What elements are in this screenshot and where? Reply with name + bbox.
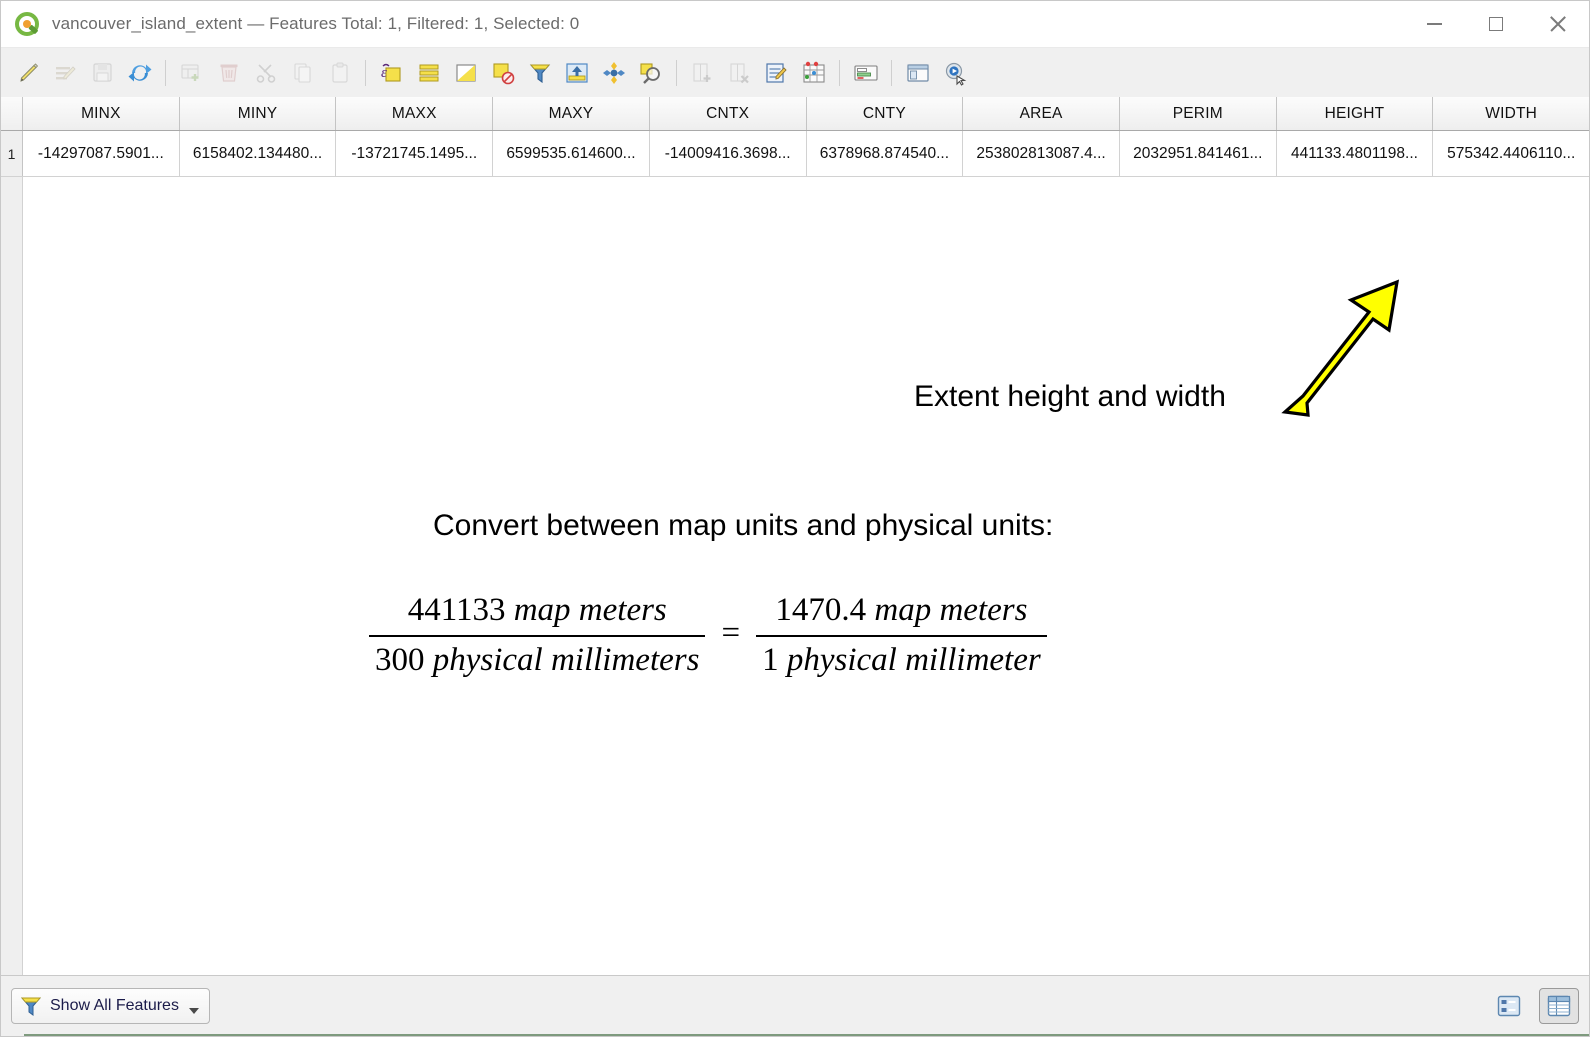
window-title: vancouver_island_extent — Features Total… <box>52 14 580 33</box>
column-header-miny[interactable]: MINY <box>179 97 337 130</box>
formula-left-fraction: 441133 map meters 300 physical millimete… <box>369 587 706 685</box>
formula-equals-sign: = <box>721 615 741 652</box>
cell-miny[interactable]: 6158402.134480... <box>180 131 337 176</box>
table-corner-cell <box>1 97 23 130</box>
table-header-row: MINX MINY MAXX MAXY CNTX CNTY AREA PERIM… <box>1 97 1589 131</box>
table-empty-area: Extent height and width Convert between … <box>24 177 1589 975</box>
attribute-table-window: vancouver_island_extent — Features Total… <box>0 0 1590 1037</box>
right-numerator-unit: map meters <box>874 592 1028 628</box>
column-header-cntx[interactable]: CNTX <box>649 97 807 130</box>
select-by-expression-icon[interactable]: ε <box>373 53 410 93</box>
formula-left-denominator: 300 physical millimeters <box>369 637 705 685</box>
form-view-icon[interactable] <box>1489 988 1529 1024</box>
left-numerator-unit: map meters <box>513 592 667 628</box>
table-view-icon[interactable] <box>1539 988 1579 1024</box>
delete-field-icon <box>721 53 758 93</box>
delete-selected-icon <box>210 53 247 93</box>
bottom-accent-line <box>24 1034 1589 1036</box>
organize-columns-icon[interactable] <box>847 53 884 93</box>
toolbar-separator <box>884 53 899 93</box>
formula-right-denominator: 1 physical millimeter <box>756 637 1047 685</box>
field-calculator-icon[interactable] <box>758 53 795 93</box>
save-edits-icon <box>84 53 121 93</box>
column-header-maxy[interactable]: MAXY <box>493 97 650 130</box>
column-header-width[interactable]: WIDTH <box>1433 97 1589 130</box>
deselect-all-icon[interactable] <box>484 53 521 93</box>
multi-edit-icon <box>47 53 84 93</box>
formula-right-fraction: 1470.4 map meters 1 physical millimeter <box>756 587 1047 685</box>
toolbar-separator <box>669 53 684 93</box>
qgis-logo-icon <box>14 11 40 37</box>
column-header-cnty[interactable]: CNTY <box>806 97 964 130</box>
cell-area[interactable]: 253802813087.4... <box>963 131 1120 176</box>
column-header-maxx[interactable]: MAXX <box>336 97 494 130</box>
show-all-features-label: Show All Features <box>50 997 179 1014</box>
paste-features-icon <box>321 53 358 93</box>
toggle-editing-icon[interactable] <box>10 53 47 93</box>
table-row[interactable]: 1 -14297087.5901... 6158402.134480... -1… <box>1 131 1589 177</box>
view-mode-toggle-group <box>1489 988 1579 1024</box>
cell-cntx[interactable]: -14009416.3698... <box>650 131 807 176</box>
status-bar: Show All Features <box>1 975 1589 1036</box>
column-header-height[interactable]: HEIGHT <box>1276 97 1434 130</box>
cell-minx[interactable]: -14297087.5901... <box>23 131 180 176</box>
cut-features-icon <box>247 53 284 93</box>
cell-height[interactable]: 441133.4801198... <box>1277 131 1434 176</box>
move-selection-to-top-icon[interactable] <box>558 53 595 93</box>
column-header-perim[interactable]: PERIM <box>1119 97 1277 130</box>
new-field-icon <box>684 53 721 93</box>
conditional-formatting-icon[interactable] <box>795 53 832 93</box>
conversion-formula: 441133 map meters 300 physical millimete… <box>369 587 1047 685</box>
formula-heading: Convert between map units and physical u… <box>433 509 1054 542</box>
pan-to-selection-icon[interactable] <box>595 53 632 93</box>
run-action-icon[interactable] <box>936 53 973 93</box>
minimize-icon[interactable] <box>1403 1 1465 47</box>
filter-expression-icon[interactable] <box>521 53 558 93</box>
table-left-gutter <box>1 177 23 975</box>
chevron-down-icon[interactable] <box>188 1007 199 1014</box>
attribute-table-toolbar: ε <box>1 48 1589 97</box>
attribute-table: MINX MINY MAXX MAXY CNTX CNTY AREA PERIM… <box>1 97 1589 975</box>
toolbar-separator <box>158 53 173 93</box>
callout-label: Extent height and width <box>914 380 1226 413</box>
row-header[interactable]: 1 <box>1 131 23 176</box>
window-controls <box>1403 1 1589 47</box>
zoom-to-selection-icon[interactable] <box>632 53 669 93</box>
callout-arrow-icon <box>1281 279 1400 417</box>
show-all-features-button[interactable]: Show All Features <box>11 988 210 1024</box>
column-header-minx[interactable]: MINX <box>23 97 180 130</box>
formula-left-numerator: 441133 map meters <box>402 587 673 635</box>
invert-selection-icon[interactable] <box>447 53 484 93</box>
left-numerator-value: 441133 <box>407 592 506 628</box>
cell-maxx[interactable]: -13721745.1495... <box>336 131 494 176</box>
right-denominator-value: 1 <box>762 641 779 678</box>
select-all-icon[interactable] <box>410 53 447 93</box>
right-numerator-value: 1470.4 <box>775 592 867 628</box>
filter-funnel-icon <box>20 997 42 1016</box>
toolbar-separator <box>358 53 373 93</box>
add-feature-icon <box>173 53 210 93</box>
cell-cnty[interactable]: 6378968.874540... <box>807 131 964 176</box>
column-header-area[interactable]: AREA <box>963 97 1120 130</box>
left-denominator-unit: physical millimeters <box>432 641 700 678</box>
reload-table-icon[interactable] <box>121 53 158 93</box>
cell-perim[interactable]: 2032951.841461... <box>1120 131 1277 176</box>
formula-right-numerator: 1470.4 map meters <box>769 587 1033 635</box>
close-icon[interactable] <box>1527 1 1589 47</box>
svg-text:ε: ε <box>381 65 387 81</box>
right-denominator-unit: physical millimeter <box>786 641 1041 678</box>
copy-features-icon <box>284 53 321 93</box>
left-denominator-value: 300 <box>375 641 425 678</box>
title-bar: vancouver_island_extent — Features Total… <box>1 1 1589 48</box>
toolbar-separator <box>832 53 847 93</box>
maximize-icon[interactable] <box>1465 1 1527 47</box>
cell-width[interactable]: 575342.4406110... <box>1433 131 1589 176</box>
cell-maxy[interactable]: 6599535.614600... <box>493 131 650 176</box>
dock-window-icon[interactable] <box>899 53 936 93</box>
